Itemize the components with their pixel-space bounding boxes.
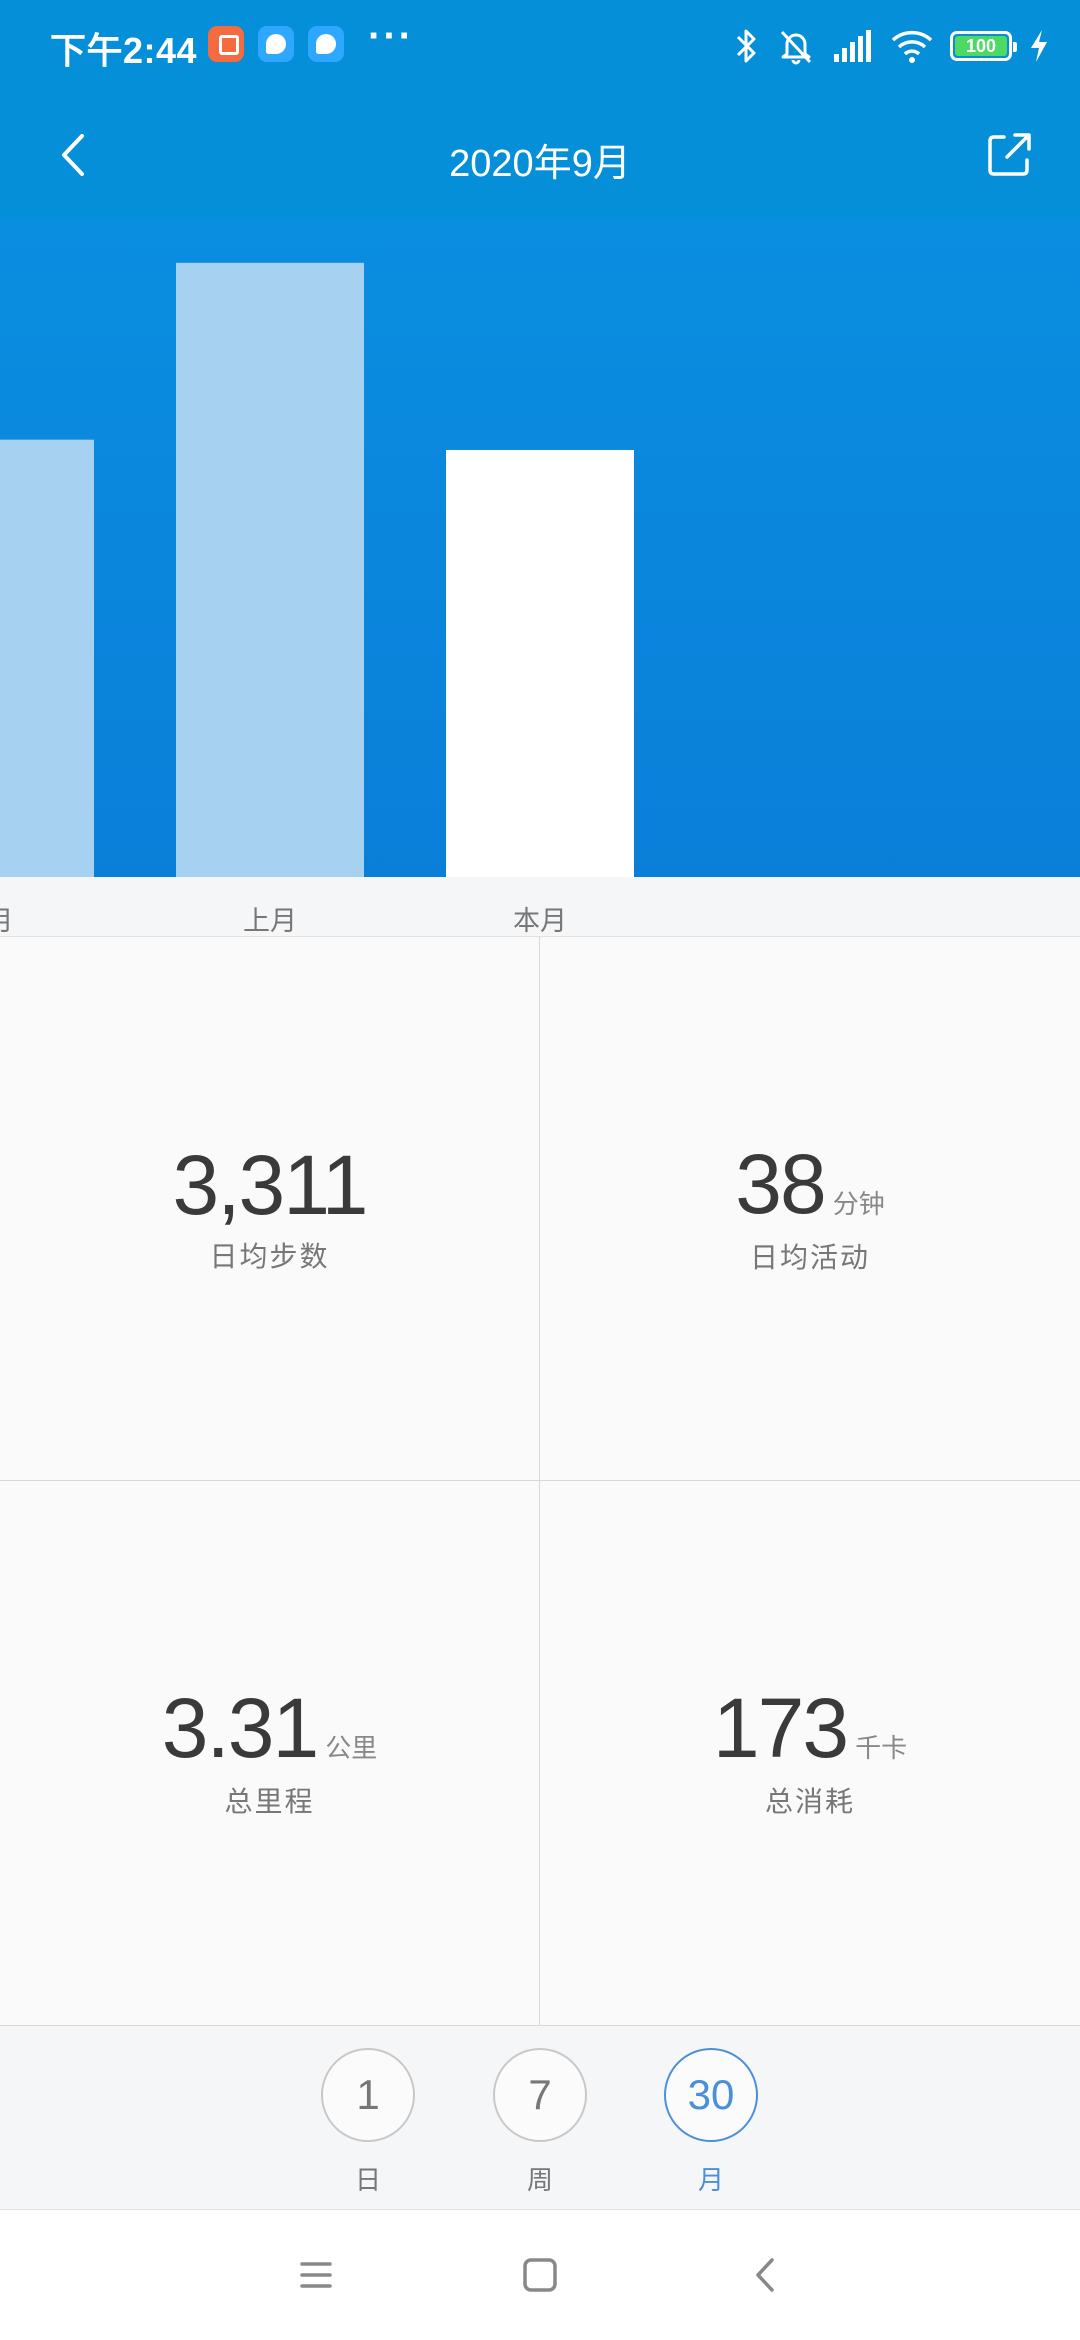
- stat-value: 173: [712, 1681, 849, 1775]
- share-button[interactable]: [974, 120, 1044, 190]
- period-number: 1: [321, 2048, 415, 2142]
- stat-daily-activity: 38 分钟 日均活动: [540, 937, 1080, 1481]
- status-time: 下午2:44: [50, 30, 198, 71]
- stat-value: 3.31: [161, 1681, 319, 1775]
- mi-mall-icon: [208, 26, 244, 62]
- stat-label: 总里程: [224, 1786, 315, 1817]
- more-notifications-icon: ···: [368, 14, 414, 58]
- stat-unit: 分钟: [832, 1188, 885, 1219]
- stat-label: 总消耗: [764, 1786, 855, 1817]
- charging-icon: [1031, 30, 1047, 62]
- stats-grid: 3,311 日均步数 38 分钟 日均活动 3.31 公里 总里程 173 千卡…: [0, 937, 1080, 2025]
- chart-bar-0[interactable]: [0, 439, 94, 877]
- period-selector: 1 日 7 周 30 月: [0, 2025, 1080, 2210]
- period-label: 月: [697, 2165, 724, 2195]
- period-month-button[interactable]: 30 月: [663, 2048, 759, 2197]
- chart-bar-2[interactable]: [446, 449, 634, 877]
- period-number: 30: [664, 2048, 758, 2142]
- home-icon: [523, 2258, 557, 2292]
- monthly-steps-chart[interactable]: [0, 220, 1080, 877]
- stat-daily-steps: 3,311 日均步数: [0, 937, 540, 1481]
- mute-icon: [780, 30, 812, 65]
- page-title: 2020年9月: [449, 143, 631, 185]
- system-back-button[interactable]: [736, 2245, 796, 2305]
- period-day-button[interactable]: 1 日: [320, 2048, 416, 2197]
- bubble-app-icon: [308, 26, 344, 62]
- stat-label: 日均活动: [749, 1241, 870, 1273]
- period-number: 7: [493, 2048, 587, 2142]
- wifi-icon: [891, 30, 933, 63]
- chart-svg: [0, 262, 634, 877]
- chart-x-label: 月: [0, 899, 14, 936]
- stat-total-calories: 173 千卡 总消耗: [540, 1481, 1080, 2025]
- period-label: 日: [354, 2165, 381, 2195]
- stat-unit: 公里: [325, 1733, 378, 1763]
- menu-button[interactable]: [286, 2245, 346, 2305]
- stat-label: 日均步数: [209, 1240, 330, 1272]
- chart-x-axis: 月 上月 本月: [0, 877, 1080, 937]
- bubble-app-icon: [258, 26, 294, 62]
- app-header: 2020年9月: [0, 90, 1080, 220]
- period-label: 周: [526, 2165, 553, 2195]
- back-icon: [756, 2258, 774, 2292]
- stat-total-distance: 3.31 公里 总里程: [0, 1481, 540, 2025]
- battery-level: 100: [955, 36, 1007, 56]
- battery-icon: 100: [950, 31, 1017, 61]
- home-button[interactable]: [510, 2245, 570, 2305]
- share-icon: [988, 133, 1031, 176]
- chart-bar-1[interactable]: [176, 262, 364, 877]
- status-bar: 下午2:44 ··· 100: [0, 0, 1080, 90]
- period-week-button[interactable]: 7 周: [492, 2048, 588, 2197]
- system-nav-bar: [0, 2210, 1080, 2340]
- stat-value: 3,311: [172, 1137, 369, 1232]
- chart-x-label: 本月: [513, 906, 567, 936]
- menu-icon: [300, 2262, 332, 2288]
- status-icons: 100: [734, 24, 1050, 68]
- stat-value: 38: [735, 1136, 826, 1231]
- stat-unit: 千卡: [855, 1733, 908, 1763]
- bluetooth-icon: [736, 29, 756, 63]
- chart-x-label: 上月: [243, 906, 297, 936]
- signal-icon: [834, 30, 871, 62]
